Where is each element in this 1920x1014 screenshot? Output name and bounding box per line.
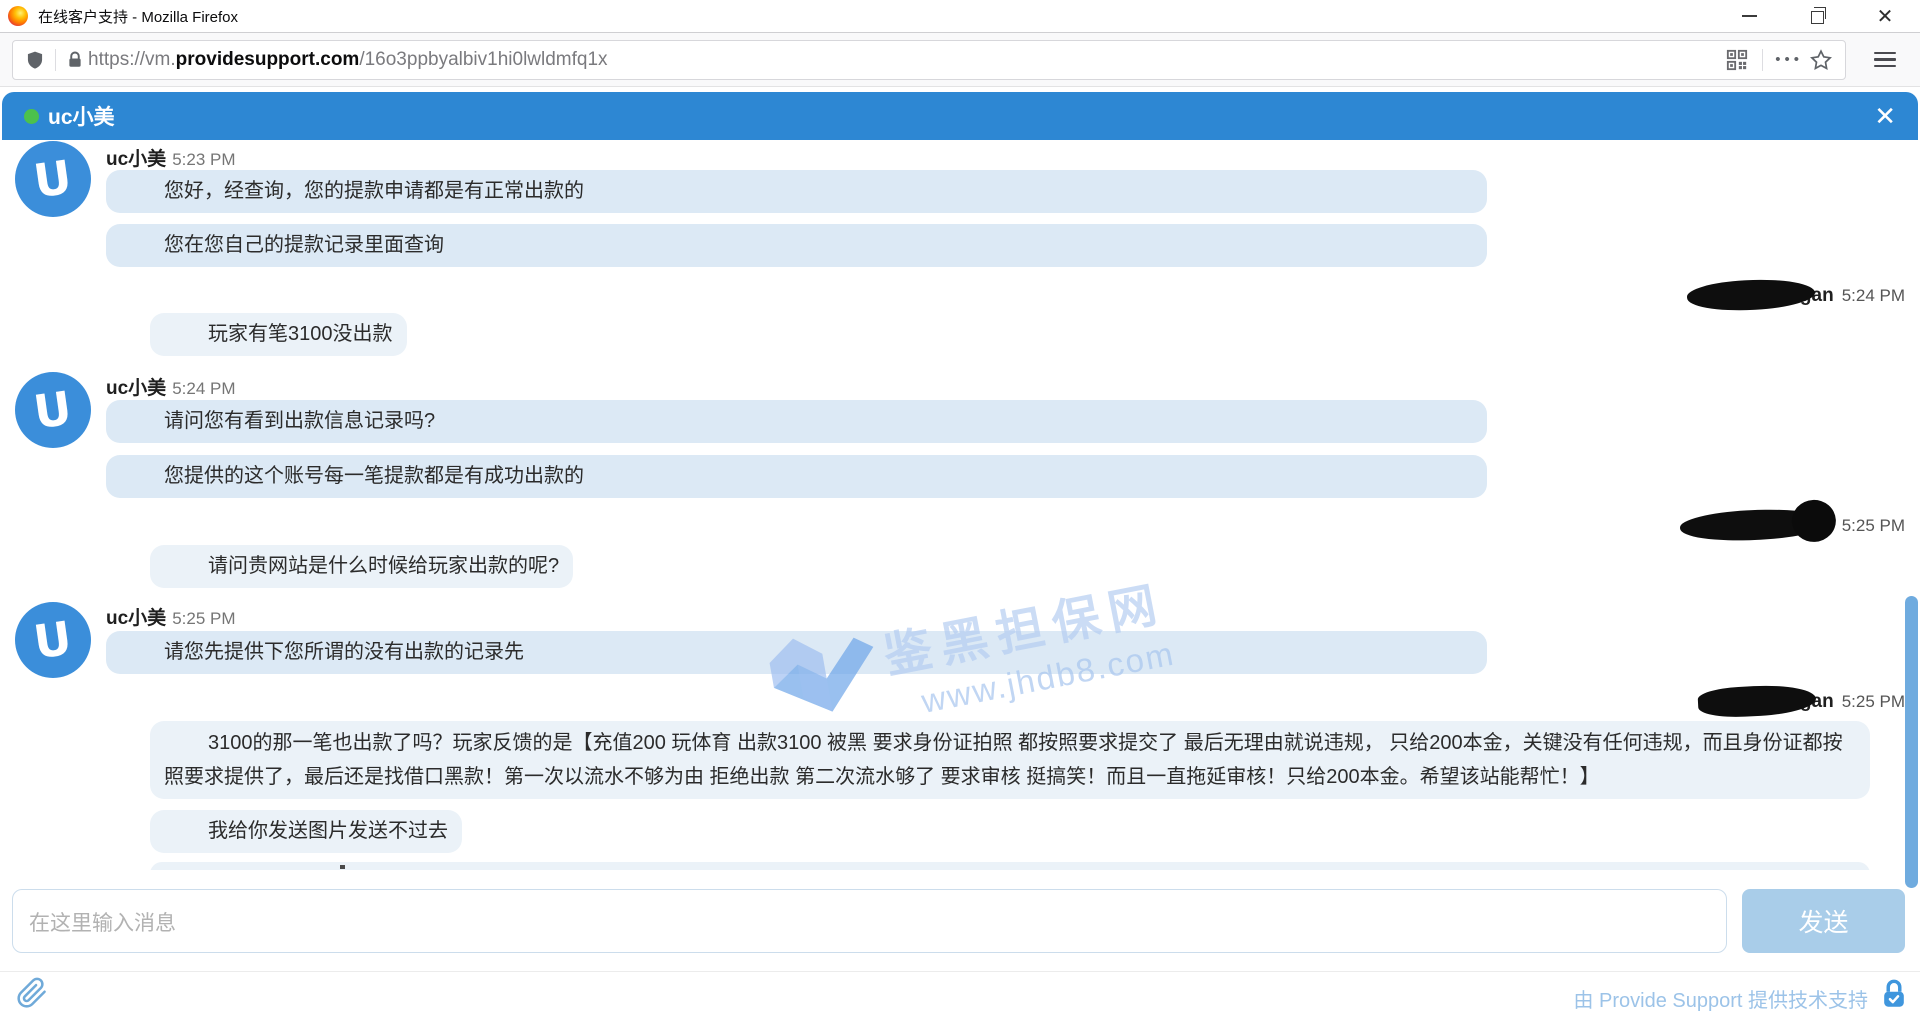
chat-transcript[interactable]: U uc小美 5:23 PM 您好，经查询，您的提款申请都是有正常出款的 您在您自… — [0, 140, 1920, 870]
operator-avatar: U — [15, 602, 91, 678]
avatar-letter: U — [31, 150, 76, 209]
url-scheme: https://vm. — [88, 49, 176, 70]
message-time: 5:23 PM — [172, 150, 235, 169]
qr-scan-icon[interactable] — [1726, 49, 1748, 71]
url-path: /16o3ppbyalbiv1hi0lwldmfq1x — [359, 49, 607, 70]
urlbar-separator — [55, 49, 56, 71]
message-time: 5:24 PM — [172, 379, 235, 398]
window-controls: ✕ — [1740, 7, 1894, 25]
redaction-scribble — [1698, 683, 1817, 719]
message-meta: dinghaigan 5:25 PM — [1732, 515, 1905, 541]
send-button[interactable]: 发送 — [1742, 889, 1905, 953]
minimize-button[interactable] — [1740, 7, 1758, 25]
scrollbar-thumb[interactable] — [1905, 596, 1918, 888]
message-time: 5:25 PM — [1842, 692, 1905, 711]
message-meta: dinghaigan 5:24 PM — [1732, 285, 1905, 311]
author-name: dinghaigan — [1732, 691, 1833, 713]
titlebar: 在线客户支持 - Mozilla Firefox ✕ — [0, 0, 1920, 33]
chat-message: 请问贵网站是什么时候给玩家出款的呢? — [150, 545, 573, 588]
redaction-scribble — [1680, 506, 1831, 544]
author-name: uc小美 — [106, 149, 166, 170]
chat-message: 您在您自己的提款记录里面查询 — [106, 224, 1487, 267]
message-meta: uc小美 5:23 PM — [106, 144, 236, 168]
url-bar[interactable]: https://vm.providesupport.com/16o3ppbyal… — [12, 40, 1846, 80]
chat-message: 玩家有笔3100没出款 — [150, 313, 407, 356]
chat-message: 您提供的这个账号每一笔提款都是有成功出款的 — [106, 455, 1487, 498]
page-actions-icon[interactable]: ••• — [1775, 51, 1803, 68]
redaction-scribble — [1687, 277, 1816, 314]
urlbar-separator-2 — [1762, 49, 1763, 71]
author-name: dinghaigan — [1732, 515, 1833, 537]
operator-avatar: U — [15, 372, 91, 448]
chat-header: uc小美 ✕ — [2, 92, 1918, 140]
tracking-shield-icon[interactable] — [25, 49, 45, 71]
operator-avatar: U — [15, 141, 91, 217]
url-domain: providesupport.com — [176, 49, 360, 70]
menu-button[interactable] — [1874, 52, 1896, 68]
powered-by-text[interactable]: 由 Provide Support 提供技术支持 — [1573, 984, 1868, 1013]
bookmark-star-icon[interactable] — [1809, 48, 1833, 72]
close-window-button[interactable]: ✕ — [1876, 7, 1894, 25]
avatar-letter: U — [31, 381, 76, 440]
author-name: dinghaigan — [1732, 285, 1833, 307]
firefox-logo-icon — [8, 6, 28, 26]
window-title: 在线客户支持 - Mozilla Firefox — [38, 6, 238, 27]
message-time: 5:25 PM — [172, 609, 235, 628]
chat-message: 3100的那一笔也出款了吗？玩家反馈的是【充值200 玩体育 出款3100 被黑… — [150, 721, 1870, 799]
message-time: 5:24 PM — [1842, 286, 1905, 305]
browser-toolbar: https://vm.providesupport.com/16o3ppbyal… — [0, 33, 1920, 87]
message-meta: dinghaigan 5:25 PM — [1732, 691, 1905, 717]
chat-close-button[interactable]: ✕ — [1874, 103, 1896, 129]
cutoff-message-bubble — [150, 862, 1870, 870]
chat-message: 请问您有看到出款信息记录吗? — [106, 400, 1487, 443]
author-name: uc小美 — [106, 608, 166, 629]
chat-message: 您好，经查询，您的提款申请都是有正常出款的 — [106, 170, 1487, 213]
chat-operator-title: uc小美 — [48, 101, 115, 131]
message-meta: uc小美 5:25 PM — [106, 603, 236, 627]
online-status-icon — [24, 109, 39, 124]
secure-lock-icon — [1880, 979, 1908, 1014]
chat-message: 我给你发送图片发送不过去 — [150, 810, 462, 853]
chat-input-row: 发送 — [0, 889, 1920, 955]
message-input[interactable] — [12, 889, 1727, 953]
message-time: 5:25 PM — [1842, 516, 1905, 535]
url-text[interactable]: https://vm.providesupport.com/16o3ppbyal… — [88, 49, 1726, 71]
attach-file-icon[interactable] — [16, 977, 48, 1014]
restore-button[interactable] — [1808, 7, 1826, 25]
chat-footer: 由 Provide Support 提供技术支持 — [0, 971, 1920, 1013]
chat-message: 请您先提供下您所谓的没有出款的记录先 — [106, 631, 1487, 674]
lock-icon[interactable] — [66, 50, 84, 70]
author-name: uc小美 — [106, 378, 166, 399]
message-meta: uc小美 5:24 PM — [106, 373, 236, 397]
avatar-letter: U — [31, 611, 76, 670]
